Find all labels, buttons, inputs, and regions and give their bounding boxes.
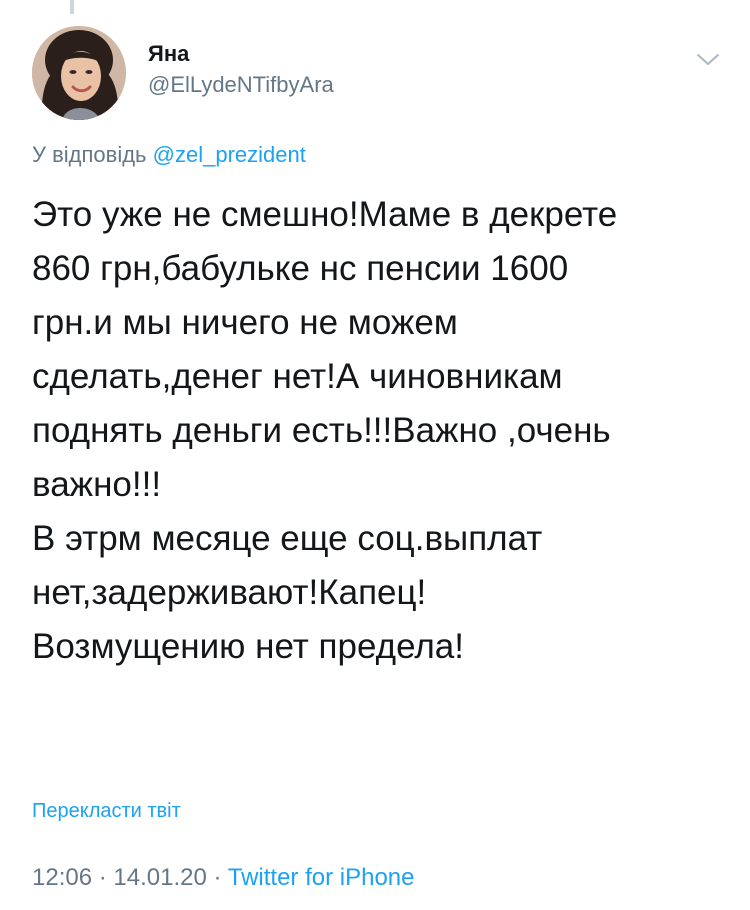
avatar[interactable] bbox=[32, 26, 126, 120]
tweet-text-line: Это уже не смешно!Маме в декрете bbox=[32, 195, 618, 234]
tweet-source-link[interactable]: Twitter for iPhone bbox=[228, 864, 415, 891]
tweet-text: Это уже не смешно!Маме в декрете 860 грн… bbox=[32, 188, 722, 674]
tweet-text-line: поднять деньги есть!!!Важно ,очень bbox=[32, 411, 611, 450]
meta-separator: · bbox=[98, 864, 107, 891]
avatar-image bbox=[32, 26, 126, 120]
tweet-time[interactable]: 12:06 bbox=[32, 864, 92, 891]
translate-tweet-link[interactable]: Перекласти твіт bbox=[32, 798, 181, 824]
reply-context: У відповідь @zel_prezident bbox=[32, 140, 306, 170]
tweet-text-line: Возмущению нет предела! bbox=[32, 627, 464, 666]
tweet-detail: Яна @ElLydeNTifbyAra У відповідь @zel_pr… bbox=[0, 0, 750, 910]
tweet-meta: 12:06 · 14.01.20 · Twitter for iPhone bbox=[32, 862, 414, 894]
tweet-date[interactable]: 14.01.20 bbox=[113, 864, 206, 891]
tweet-text-line: 860 грн,бабульке нс пенсии 1600 bbox=[32, 249, 569, 288]
tweet-text-line: нет,задерживают!Капец! bbox=[32, 573, 427, 612]
tweet-header: Яна @ElLydeNTifbyAra bbox=[32, 26, 722, 122]
chevron-down-icon[interactable] bbox=[694, 50, 722, 70]
author-handle[interactable]: @ElLydeNTifbyAra bbox=[148, 70, 334, 100]
reply-prefix: У відповідь bbox=[32, 142, 147, 167]
author-names: Яна @ElLydeNTifbyAra bbox=[148, 40, 334, 100]
tweet-text-line: В этрм месяце еще соц.выплат bbox=[32, 519, 543, 558]
meta-separator: · bbox=[213, 864, 222, 891]
tweet-text-line: грн.и мы ничего не можем bbox=[32, 303, 458, 342]
tweet-text-line: важно!!! bbox=[32, 465, 162, 504]
tweet-text-line: сделать,денег нет!А чиновникам bbox=[32, 357, 563, 396]
author-display-name[interactable]: Яна bbox=[148, 40, 334, 68]
reply-mention-link[interactable]: @zel_prezident bbox=[153, 142, 306, 167]
